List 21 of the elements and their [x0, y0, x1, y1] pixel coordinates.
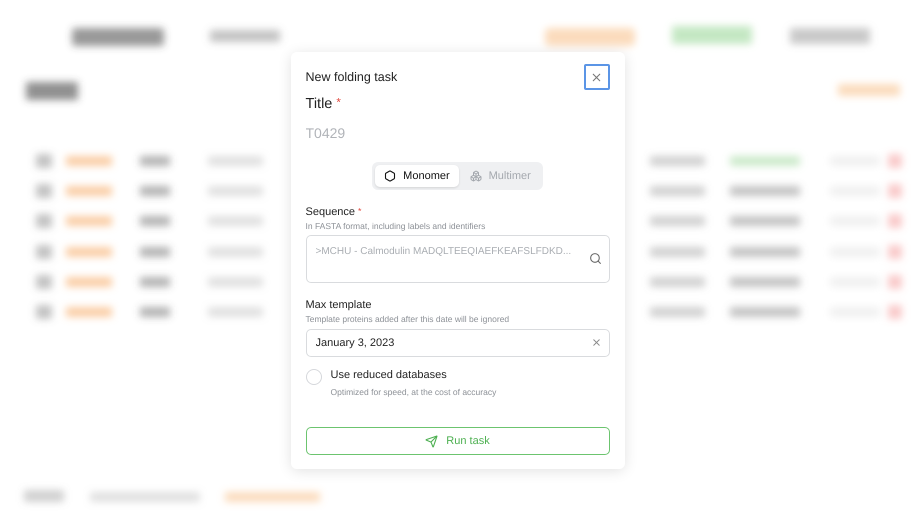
checkbox-hint: Optimized for speed, at the cost of accuracy	[330, 387, 496, 397]
required-asterisk: *	[336, 96, 341, 109]
send-icon	[425, 434, 438, 448]
mode-option[interactable]: Monomer	[375, 165, 459, 187]
cluster-icon	[470, 170, 482, 182]
field-hint: In FASTA format, including labels and identifiers	[306, 221, 486, 231]
checkbox-label: Use reduced databases	[330, 369, 448, 381]
field-label: Title	[306, 96, 332, 112]
required-asterisk: *	[358, 206, 362, 216]
field-hint: Template proteins added after this date will be ignored	[306, 314, 510, 324]
field-label: Sequence	[306, 206, 356, 218]
search-icon[interactable]	[588, 252, 602, 265]
dialog-title: New folding task	[306, 70, 398, 84]
checkbox[interactable]	[306, 369, 322, 385]
field-label: Max template	[306, 299, 372, 311]
close-icon	[590, 70, 603, 84]
sequence-field[interactable]: >MCHU - Calmodulin MADQLTEEQIAEFKEAFSLFDKD...	[306, 235, 610, 283]
date-field[interactable]: January 3, 2023	[306, 329, 610, 357]
clear-icon[interactable]	[590, 337, 602, 348]
hexagon-icon	[384, 170, 396, 182]
close-button[interactable]	[584, 64, 610, 90]
